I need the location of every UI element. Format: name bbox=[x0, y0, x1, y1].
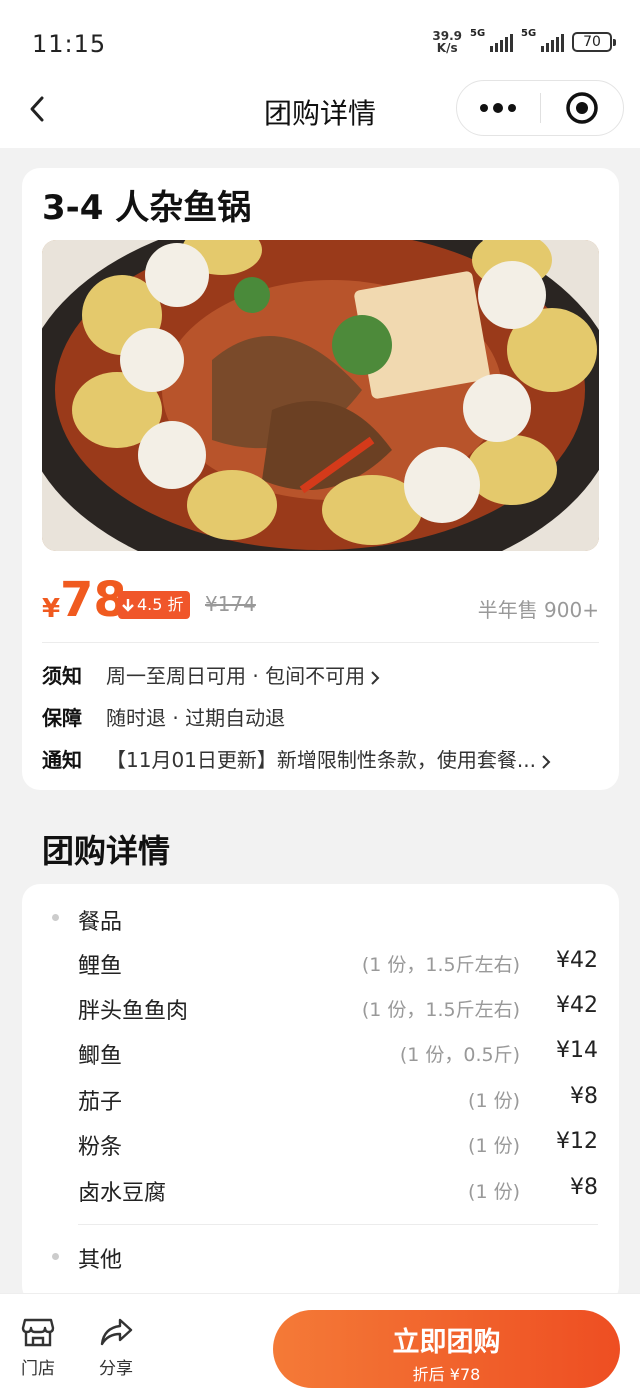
group-title-food: 餐品 bbox=[78, 910, 123, 935]
nav-bar: 团购详情 bbox=[0, 80, 640, 148]
network-speed: 39.9 K/s bbox=[432, 29, 462, 55]
sold-count: 半年售 900+ bbox=[477, 598, 599, 622]
down-arrow-icon bbox=[122, 599, 134, 612]
share-button[interactable]: 分享 bbox=[86, 1316, 146, 1379]
list-item: 卤水豆腐 (1 份) ¥8 bbox=[78, 1175, 598, 1206]
section-title: 团购详情 bbox=[42, 832, 171, 870]
discount-badge: 4.5 折 bbox=[118, 591, 190, 619]
list-item: 胖头鱼鱼肉 (1 份，1.5斤左右) ¥42 bbox=[78, 993, 598, 1024]
package-detail-card: 餐品 鲤鱼 (1 份，1.5斤左右) ¥42 胖头鱼鱼肉 (1 份，1.5斤左右… bbox=[22, 884, 619, 1304]
list-item: 鲫鱼 (1 份，0.5斤) ¥14 bbox=[78, 1038, 598, 1069]
currency-symbol: ¥ bbox=[42, 594, 61, 624]
deal-image[interactable] bbox=[42, 240, 599, 551]
list-item: 鲤鱼 (1 份，1.5斤左右) ¥42 bbox=[78, 948, 598, 979]
status-icons: 39.9 K/s 5G 5G 70 bbox=[432, 28, 616, 55]
battery-icon: 70 bbox=[572, 32, 616, 52]
info-row-announcement[interactable]: 通知 【11月01日更新】新增限制性条款，使用套餐... bbox=[42, 744, 599, 774]
original-price: ¥174 bbox=[205, 592, 256, 616]
signal-2-icon: 5G bbox=[521, 28, 564, 52]
info-row-notice[interactable]: 须知 周一至周日可用 · 包间不可用 bbox=[42, 660, 599, 690]
buy-now-button[interactable]: 立即团购 折后 ¥78 bbox=[273, 1310, 620, 1388]
group-title-other: 其他 bbox=[78, 1248, 123, 1273]
bullet-dot bbox=[52, 1253, 59, 1260]
status-bar: 11:15 39.9 K/s 5G 5G 70 bbox=[0, 0, 640, 80]
store-icon bbox=[21, 1318, 55, 1347]
list-item: 粉条 (1 份) ¥12 bbox=[78, 1129, 598, 1160]
share-icon bbox=[100, 1318, 133, 1346]
divider bbox=[42, 642, 599, 643]
target-close-icon[interactable] bbox=[541, 81, 624, 135]
deal-card: 3-4 人杂鱼锅 ¥ 78 4.5 折 ¥174 半年售 900+ 须知 周一至… bbox=[22, 168, 619, 790]
miniapp-capsule bbox=[456, 80, 624, 136]
deal-title: 3-4 人杂鱼锅 bbox=[42, 188, 252, 228]
signal-1-icon: 5G bbox=[470, 28, 513, 52]
bullet-dot bbox=[52, 914, 59, 921]
more-dots-icon[interactable] bbox=[457, 81, 540, 135]
list-item: 茄子 (1 份) ¥8 bbox=[78, 1084, 598, 1115]
chevron-right-icon bbox=[542, 754, 551, 769]
bottom-action-bar: 门店 分享 立即团购 折后 ¥78 bbox=[0, 1293, 640, 1400]
deal-price: 78 bbox=[60, 572, 127, 628]
price-row: ¥ 78 4.5 折 ¥174 半年售 900+ bbox=[42, 568, 599, 638]
divider bbox=[78, 1224, 598, 1225]
chevron-right-icon bbox=[371, 670, 380, 685]
status-time: 11:15 bbox=[32, 30, 107, 58]
info-row-guarantee: 保障 随时退 · 过期自动退 bbox=[42, 706, 286, 730]
store-button[interactable]: 门店 bbox=[8, 1316, 68, 1379]
